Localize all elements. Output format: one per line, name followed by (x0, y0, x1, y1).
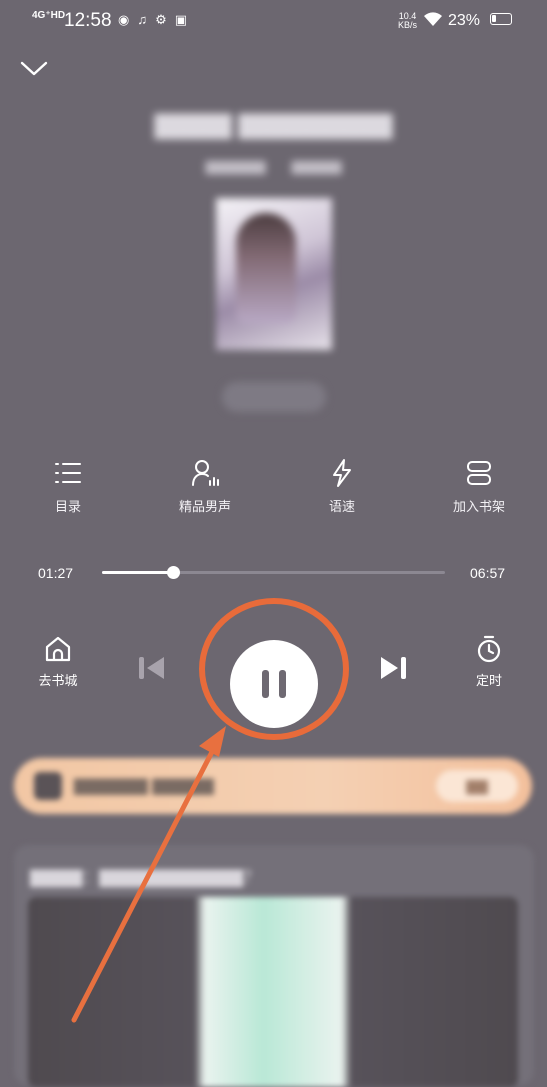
annotation-arrow (71, 726, 226, 1023)
